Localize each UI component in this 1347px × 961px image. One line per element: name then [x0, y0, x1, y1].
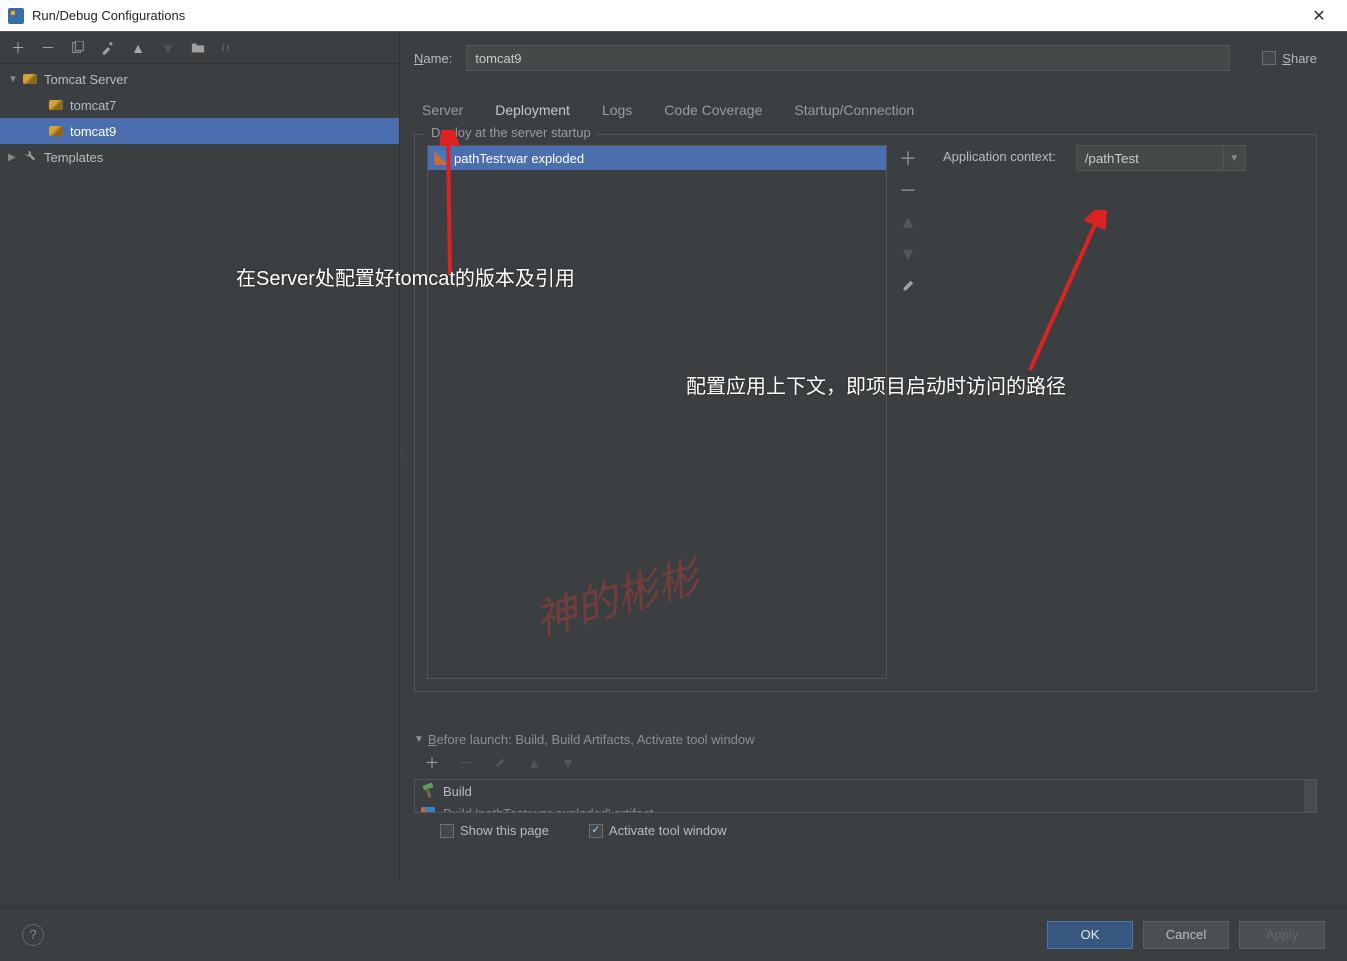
ok-button[interactable]: OK: [1047, 921, 1133, 949]
copy-button[interactable]: [68, 38, 88, 58]
context-label: Application context:: [943, 145, 1056, 164]
artifact-label: pathTest:war exploded: [454, 151, 584, 166]
app-icon: [8, 8, 24, 24]
share-checkbox[interactable]: [1262, 51, 1276, 65]
activate-checkbox[interactable]: [589, 824, 603, 838]
before-launch-header[interactable]: ▼ Before launch: Build, Build Artifacts,…: [414, 732, 1317, 747]
before-launch-section: ▼ Before launch: Build, Build Artifacts,…: [414, 732, 1317, 838]
artifact-up-button[interactable]: ▲: [897, 211, 919, 233]
bl-edit-button[interactable]: [490, 753, 510, 773]
name-row: Name: Share: [414, 42, 1317, 74]
bl-item-build[interactable]: Build: [415, 780, 1316, 802]
down-icon[interactable]: ▼: [158, 38, 178, 58]
help-button[interactable]: ?: [22, 924, 44, 946]
activate-row[interactable]: Activate tool window: [589, 823, 727, 838]
titlebar: Run/Debug Configurations ✕: [0, 0, 1347, 32]
footer: ? OK Cancel Apply: [0, 907, 1347, 961]
before-launch-toolbar: ＋ － ▲ ▼: [414, 747, 1317, 779]
deploy-title: Deploy at the server startup: [425, 125, 597, 140]
share-label: Share: [1282, 51, 1317, 66]
dropdown-icon[interactable]: ▼: [1224, 145, 1246, 171]
bl-add-button[interactable]: ＋: [422, 753, 442, 773]
tomcat-icon: [22, 72, 38, 86]
sort-icon[interactable]: [218, 38, 238, 58]
artifact-icon: [434, 151, 448, 165]
dialog-body: ＋ － ▲ ▼ ▼ Tomcat Server: [0, 32, 1347, 882]
bl-down-button[interactable]: ▼: [558, 753, 578, 773]
artifact-side-buttons: ＋ － ▲ ▼: [897, 145, 919, 679]
right-panel: Name: Share Server Deployment Logs Code …: [400, 32, 1347, 882]
share-checkbox-row[interactable]: Share: [1262, 51, 1317, 66]
chevron-right-icon: ▶: [8, 152, 22, 163]
context-input[interactable]: [1076, 145, 1224, 171]
close-icon[interactable]: ✕: [1299, 1, 1339, 31]
config-tree: ▼ Tomcat Server tomcat7 tomcat9 ▶ Templa…: [0, 64, 399, 882]
tree-node-tomcat-server[interactable]: ▼ Tomcat Server: [0, 66, 399, 92]
tab-logs[interactable]: Logs: [600, 96, 634, 130]
window-title: Run/Debug Configurations: [32, 8, 185, 23]
show-page-row[interactable]: Show this page: [440, 823, 549, 838]
chevron-down-icon: ▼: [414, 734, 424, 745]
settings-icon[interactable]: [98, 38, 118, 58]
tree-label: Templates: [44, 150, 103, 165]
bl-item-label: Build: [443, 784, 472, 799]
tree-label: Tomcat Server: [44, 72, 128, 87]
bl-item-artifact[interactable]: Build 'pathTest:war exploded' artifact: [415, 802, 1316, 813]
name-input[interactable]: [466, 45, 1230, 71]
artifact-item[interactable]: pathTest:war exploded: [428, 146, 886, 170]
artifact-icon: [421, 807, 435, 813]
tree-node-tomcat7[interactable]: tomcat7: [0, 92, 399, 118]
cancel-button[interactable]: Cancel: [1143, 921, 1229, 949]
wrench-icon: [22, 150, 38, 164]
splitter-grip[interactable]: ⋮⋮⋮: [398, 450, 403, 459]
hammer-icon: [421, 784, 435, 798]
show-page-checkbox[interactable]: [440, 824, 454, 838]
bl-up-button[interactable]: ▲: [524, 753, 544, 773]
artifact-remove-button[interactable]: －: [897, 179, 919, 201]
artifact-down-button[interactable]: ▼: [897, 243, 919, 265]
context-select[interactable]: ▼: [1076, 145, 1246, 171]
show-page-label: Show this page: [460, 823, 549, 838]
artifact-edit-button[interactable]: [897, 275, 919, 297]
tab-coverage[interactable]: Code Coverage: [662, 96, 764, 130]
remove-button[interactable]: －: [38, 38, 58, 58]
left-panel: ＋ － ▲ ▼ ▼ Tomcat Server: [0, 32, 400, 882]
folder-icon[interactable]: [188, 38, 208, 58]
apply-button[interactable]: Apply: [1239, 921, 1325, 949]
up-icon[interactable]: ▲: [128, 38, 148, 58]
tomcat-icon: [48, 124, 64, 138]
scrollbar[interactable]: [1304, 780, 1316, 812]
tree-node-tomcat9[interactable]: tomcat9: [0, 118, 399, 144]
bl-item-label: Build 'pathTest:war exploded' artifact: [443, 806, 653, 814]
before-launch-label: Before launch: Build, Build Artifacts, A…: [428, 732, 755, 747]
name-label: Name:: [414, 51, 452, 66]
deploy-inner: pathTest:war exploded ＋ － ▲ ▼ Applicatio…: [427, 145, 1304, 679]
artifact-list[interactable]: pathTest:war exploded: [427, 145, 887, 679]
tree-node-templates[interactable]: ▶ Templates: [0, 144, 399, 170]
chevron-down-icon: ▼: [8, 74, 22, 85]
bl-remove-button[interactable]: －: [456, 753, 476, 773]
tree-label: tomcat7: [70, 98, 116, 113]
tree-toolbar: ＋ － ▲ ▼: [0, 32, 399, 64]
add-button[interactable]: ＋: [8, 38, 28, 58]
tree-label: tomcat9: [70, 124, 116, 139]
tab-startup[interactable]: Startup/Connection: [792, 96, 916, 130]
before-launch-checks: Show this page Activate tool window: [414, 813, 1317, 838]
deploy-section: Deploy at the server startup pathTest:wa…: [414, 134, 1317, 692]
tomcat-icon: [48, 98, 64, 112]
artifact-add-button[interactable]: ＋: [897, 147, 919, 169]
activate-label: Activate tool window: [609, 823, 727, 838]
before-launch-list[interactable]: Build Build 'pathTest:war exploded' arti…: [414, 779, 1317, 813]
